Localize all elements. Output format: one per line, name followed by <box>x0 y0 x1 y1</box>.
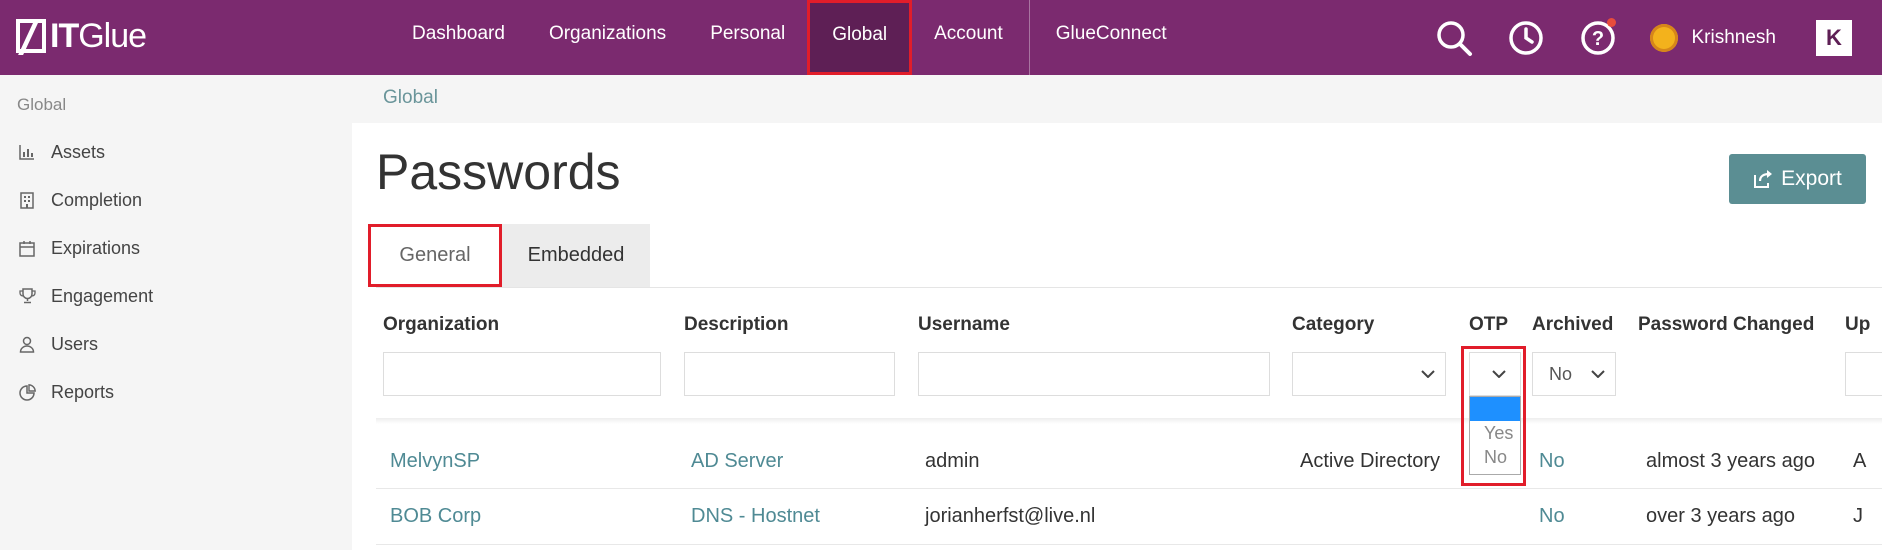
user-name: Krishnesh <box>1691 26 1777 48</box>
sidebar-item-label: Expirations <box>51 237 141 258</box>
clock-icon[interactable] <box>1506 18 1546 58</box>
organization-filter-input[interactable] <box>383 352 661 396</box>
chevron-down-icon <box>1421 370 1435 378</box>
row-organization-link[interactable]: BOB Corp <box>390 505 481 528</box>
column-header-otp[interactable]: OTP <box>1469 314 1508 336</box>
sidebar-item-users[interactable]: Users <box>18 329 98 359</box>
row-description-link[interactable]: AD Server <box>691 450 783 473</box>
sidebar-item-label: Engagement <box>51 285 154 306</box>
nav-personal[interactable]: Personal <box>688 0 807 75</box>
breadcrumb-bar: Global <box>352 75 1882 123</box>
trophy-icon <box>18 287 36 305</box>
kaseya-badge-icon[interactable]: K <box>1816 19 1852 56</box>
row-category: Active Directory <box>1300 450 1441 472</box>
category-filter-select[interactable] <box>1292 352 1446 396</box>
user-menu[interactable]: Krishnesh <box>1649 23 1777 52</box>
help-icon[interactable]: ? <box>1578 17 1618 58</box>
row-divider <box>376 488 1882 489</box>
sidebar-item-label: Reports <box>51 381 115 402</box>
archived-filter-select[interactable]: No <box>1532 352 1616 396</box>
sidebar-item-expirations[interactable]: Expirations <box>18 233 140 263</box>
svg-text:?: ? <box>1591 28 1603 50</box>
page-title: Passwords <box>376 144 621 200</box>
sidebar-item-completion[interactable]: Completion <box>18 185 142 215</box>
sidebar-item-engagement[interactable]: Engagement <box>18 281 153 311</box>
row-updated: J <box>1853 505 1863 527</box>
sidebar-item-label: Users <box>51 333 99 354</box>
archived-filter-value: No <box>1549 364 1573 384</box>
row-username: admin <box>925 450 980 472</box>
bar-chart-icon <box>18 143 36 161</box>
updated-filter-input[interactable] <box>1845 352 1882 396</box>
pie-chart-icon <box>18 383 36 401</box>
description-filter-input[interactable] <box>684 352 895 396</box>
breadcrumb[interactable]: Global <box>383 87 438 109</box>
nav-divider <box>1028 0 1030 75</box>
column-header-organization[interactable]: Organization <box>383 314 499 336</box>
chevron-down-icon <box>1591 370 1605 378</box>
sidebar-item-reports[interactable]: Reports <box>18 377 114 407</box>
nav-glueconnect[interactable]: GlueConnect <box>1034 0 1189 75</box>
row-password-changed: almost 3 years ago <box>1646 450 1815 472</box>
row-archived[interactable]: No <box>1539 505 1565 528</box>
nav-organizations[interactable]: Organizations <box>527 0 688 75</box>
column-header-category[interactable]: Category <box>1292 314 1374 336</box>
row-description-link[interactable]: DNS - Hostnet <box>691 505 820 528</box>
column-header-username[interactable]: Username <box>918 314 1010 336</box>
user-icon <box>18 335 36 353</box>
main-nav: Dashboard Organizations Personal Global … <box>390 0 1189 75</box>
table-header-shadow <box>376 418 1882 424</box>
nav-account[interactable]: Account <box>912 0 1025 75</box>
row-username: jorianherfst@live.nl <box>925 505 1096 527</box>
sidebar-item-label: Assets <box>51 141 106 162</box>
column-header-updated[interactable]: Up <box>1845 314 1870 336</box>
tab-general[interactable]: General <box>368 224 502 287</box>
itglue-logo[interactable]: ITGlue <box>16 14 147 58</box>
row-divider <box>376 544 1882 545</box>
top-icons: ? Krishnesh K <box>1434 0 1882 75</box>
username-filter-input[interactable] <box>918 352 1270 396</box>
column-header-description[interactable]: Description <box>684 314 789 336</box>
row-archived[interactable]: No <box>1539 450 1565 473</box>
row-password-changed: over 3 years ago <box>1646 505 1795 527</box>
sidebar-item-assets[interactable]: Assets <box>18 137 105 167</box>
top-nav-bar: ITGlue Dashboard Organizations Personal … <box>0 0 1882 75</box>
sidebar: Global Assets Completion Expirations Eng… <box>0 75 352 550</box>
sidebar-title: Global <box>17 95 67 114</box>
column-header-archived[interactable]: Archived <box>1532 314 1613 336</box>
sidebar-item-label: Completion <box>51 189 143 210</box>
notification-dot <box>1606 17 1616 27</box>
tab-embedded[interactable]: Embedded <box>502 224 650 287</box>
column-header-password-changed[interactable]: Password Changed <box>1638 314 1814 336</box>
row-organization-link[interactable]: MelvynSP <box>390 450 480 473</box>
export-button[interactable]: Export <box>1729 154 1866 204</box>
search-icon[interactable] <box>1434 18 1474 58</box>
logo-text: ITGlue <box>50 16 147 55</box>
export-icon <box>1754 170 1773 188</box>
building-icon <box>18 191 36 209</box>
tabs-divider <box>376 287 1882 288</box>
calendar-icon <box>18 239 36 257</box>
row-updated: A <box>1853 450 1867 472</box>
logo-mark-icon <box>16 19 46 53</box>
avatar <box>1649 23 1678 52</box>
export-label: Export <box>1781 167 1842 190</box>
nav-global[interactable]: Global <box>807 0 913 75</box>
otp-highlight-box <box>1461 346 1526 486</box>
nav-dashboard[interactable]: Dashboard <box>390 0 527 75</box>
